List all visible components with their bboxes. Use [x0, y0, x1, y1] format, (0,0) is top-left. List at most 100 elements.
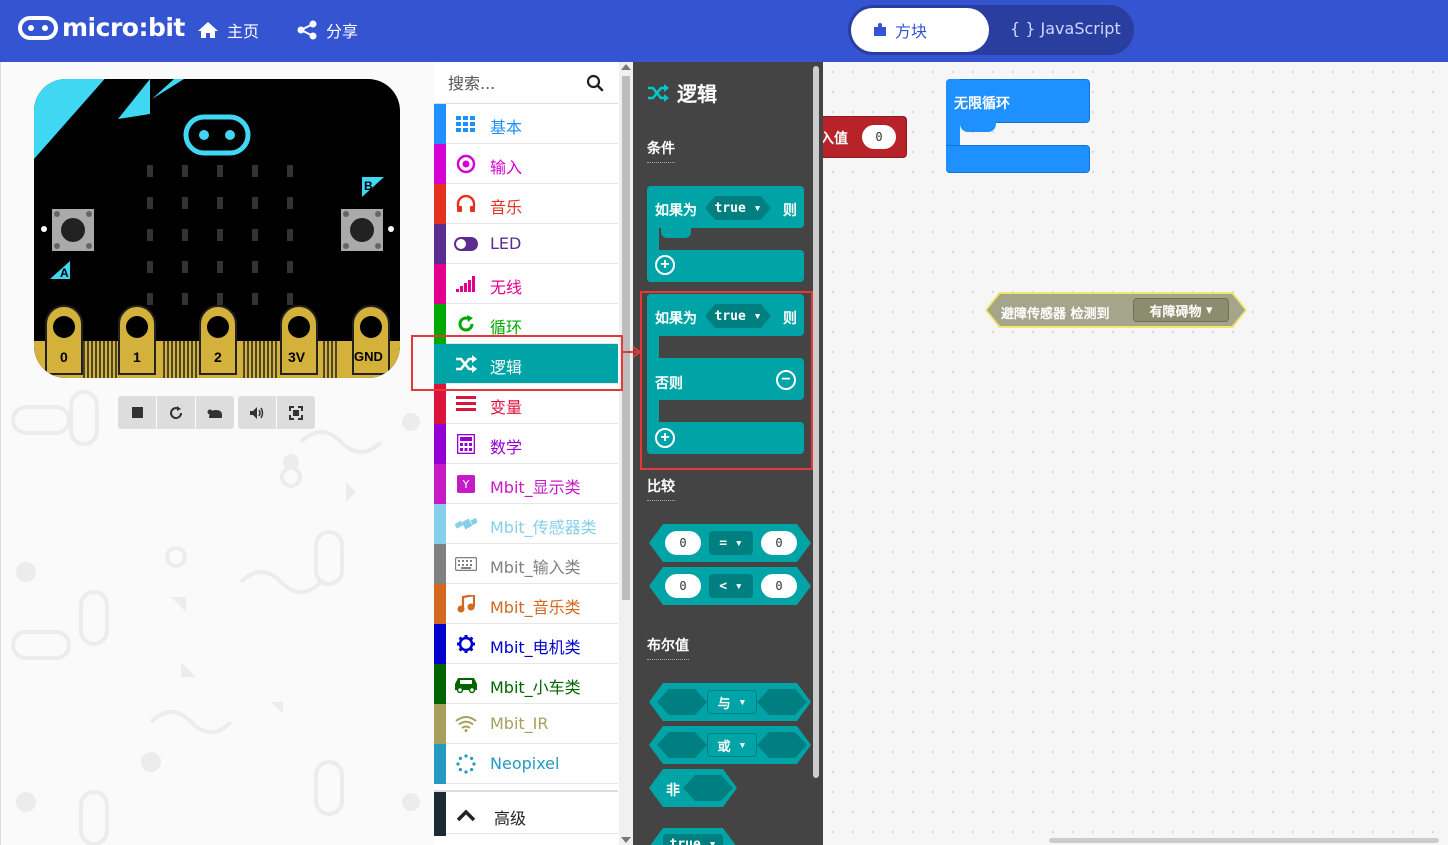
pin-3v-label[interactable]: 3V — [288, 349, 305, 365]
javascript-tab[interactable]: { } JavaScript — [1010, 19, 1121, 38]
flyout-title: 逻辑 — [647, 78, 717, 107]
true-dropdown[interactable]: true ▾ — [705, 196, 771, 220]
blocks-tab[interactable]: 方块 — [851, 8, 989, 52]
toolbox-category-item[interactable]: Mbit_小车类 — [434, 664, 618, 704]
scroll-up-arrow-icon[interactable] — [621, 64, 631, 70]
or-dropdown[interactable]: 或 ▾ — [707, 733, 757, 757]
button-a-label: A — [60, 266, 69, 280]
true-dropdown-3[interactable]: true ▾ — [663, 834, 723, 845]
workspace-scrollbar[interactable] — [1049, 838, 1439, 843]
chevron-up-icon — [456, 809, 476, 822]
category-label: Mbit_输入类 — [490, 558, 581, 577]
search-input[interactable] — [448, 72, 588, 94]
pin-gnd-label[interactable]: GND — [354, 349, 383, 364]
category-color-bar — [434, 424, 446, 464]
toolbox: 基本输入音乐LED无线循环逻辑变量数学YMbit_显示类Mbit_传感器类Mbi… — [434, 62, 633, 845]
category-label: LED — [490, 234, 522, 253]
editor-toggle: 方块 { } JavaScript — [848, 5, 1134, 55]
simulator-pane: B A 0 1 2 3V GND — [0, 62, 434, 845]
toolbox-category-item[interactable]: 音乐 — [434, 184, 618, 224]
less-operator-dropdown[interactable]: < ▾ — [709, 574, 753, 598]
category-color-bar — [434, 504, 446, 544]
less-operator: < — [719, 578, 728, 594]
less-right-value[interactable]: 0 — [761, 574, 797, 598]
partial-red-block[interactable]: 入值 0 — [823, 116, 907, 158]
restart-button[interactable] — [157, 396, 195, 429]
pin-1-label[interactable]: 1 — [133, 349, 141, 365]
wifi-icon — [454, 714, 478, 734]
partial-red-value[interactable]: 0 — [862, 125, 896, 149]
add-else-plus-icon[interactable]: + — [655, 255, 675, 275]
equals-operator: = — [719, 535, 728, 551]
simulator-toolbar — [118, 396, 316, 429]
less-left-value[interactable]: 0 — [665, 574, 701, 598]
stop-button[interactable] — [118, 396, 156, 429]
stop-icon — [131, 407, 143, 418]
pin-2-label[interactable]: 2 — [214, 349, 222, 365]
section-conditions: 条件 — [647, 138, 675, 163]
toolbox-category-item[interactable]: Mbit_电机类 — [434, 624, 618, 664]
music-note-icon — [454, 594, 478, 614]
compare-right-value[interactable]: 0 — [761, 531, 797, 555]
toolbox-advanced[interactable]: 高级 — [434, 790, 618, 836]
toolbox-category-item[interactable]: 输入 — [434, 144, 618, 184]
toolbox-search — [434, 62, 618, 104]
circle-dots-icon — [454, 754, 478, 774]
toolbox-category-item[interactable]: Mbit_传感器类 — [434, 504, 618, 544]
highlight-logic-category — [411, 335, 623, 391]
satellite-icon — [454, 514, 478, 534]
microbit-board[interactable]: B A 0 1 2 3V GND — [34, 79, 400, 378]
highlight-if-else-block — [640, 291, 813, 470]
mute-icon — [250, 406, 264, 419]
pin-0-label[interactable]: 0 — [60, 349, 68, 365]
equals-operator-dropdown[interactable]: = ▾ — [709, 531, 753, 555]
flyout-scrollbar[interactable] — [813, 66, 819, 778]
headphones-icon — [454, 194, 478, 214]
true-value-3: true — [669, 836, 701, 845]
category-label: 音乐 — [490, 198, 523, 217]
board-graphic — [34, 79, 400, 378]
category-label: 基本 — [490, 118, 523, 137]
not-label: 非 — [666, 783, 680, 799]
toolbox-category-item[interactable]: 无线 — [434, 264, 618, 304]
toolbox-scroll-thumb[interactable] — [622, 76, 630, 600]
category-label: Mbit_传感器类 — [490, 518, 597, 537]
category-label: 输入 — [490, 158, 523, 177]
sensor-option-label: 有障碍物 — [1149, 304, 1202, 320]
search-icon[interactable] — [586, 74, 604, 92]
toolbox-category-item[interactable]: Y Mbit_显示类 — [434, 464, 618, 504]
toolbox-category-item[interactable]: Mbit_音乐类 — [434, 584, 618, 624]
home-button[interactable]: 主页 — [197, 18, 259, 42]
sensor-option-dropdown[interactable]: 有障碍物 ▾ — [1133, 298, 1229, 322]
scroll-down-arrow-icon[interactable] — [621, 837, 631, 843]
target-icon — [454, 154, 478, 174]
toolbox-category-item[interactable]: LED — [434, 224, 618, 264]
toolbox-category-item[interactable]: Mbit_输入类 — [434, 544, 618, 584]
compare-left-value[interactable]: 0 — [665, 531, 701, 555]
mute-button[interactable] — [238, 396, 276, 429]
toolbox-scrollbar[interactable] — [619, 62, 633, 845]
and-dropdown[interactable]: 与 ▾ — [707, 690, 757, 714]
toolbox-category-item[interactable]: Mbit_IR — [434, 704, 618, 744]
toolbox-category-item[interactable]: 基本 — [434, 104, 618, 144]
share-button[interactable]: 分享 — [296, 18, 358, 42]
toolbox-category-item[interactable]: 数学 — [434, 424, 618, 464]
category-label: Mbit_小车类 — [490, 678, 581, 697]
top-bar: micro:bit 主页 分享 方块 { } JavaScript — [0, 0, 1448, 62]
true-value: true — [714, 200, 746, 216]
toolbox-category-item[interactable]: Neopixel — [434, 744, 618, 784]
refresh-icon — [454, 314, 478, 334]
microbit-logo-icon — [18, 15, 58, 40]
slow-motion-button[interactable] — [196, 396, 234, 429]
car-icon — [454, 674, 478, 694]
signal-icon — [454, 274, 478, 294]
home-icon — [198, 22, 218, 38]
grid-icon — [454, 114, 478, 134]
category-color-bar — [434, 184, 446, 224]
category-label: 数学 — [490, 438, 523, 457]
button-b-label: B — [364, 179, 373, 193]
category-color-bar — [434, 264, 446, 304]
block-workspace[interactable]: 入值 0 无限循环 避障传感器 检测到 有障碍物 ▾ — [823, 62, 1448, 845]
microbit-logo[interactable]: micro:bit — [18, 13, 185, 42]
fullscreen-button[interactable] — [277, 396, 315, 429]
